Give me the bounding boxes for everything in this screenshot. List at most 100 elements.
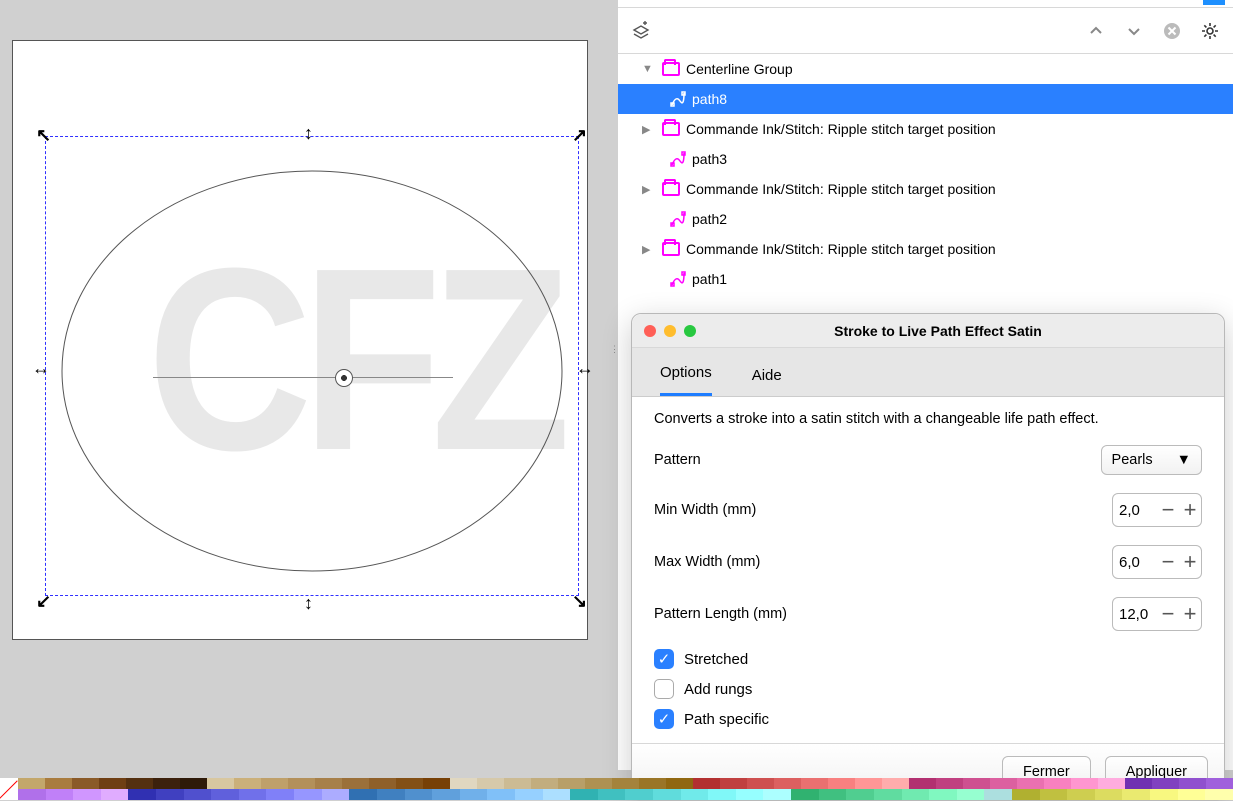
color-swatch[interactable] bbox=[819, 789, 847, 800]
color-swatch[interactable] bbox=[531, 778, 558, 789]
color-swatch[interactable] bbox=[99, 778, 126, 789]
color-swatch[interactable] bbox=[639, 778, 666, 789]
color-swatch[interactable] bbox=[774, 778, 801, 789]
traffic-minimize-icon[interactable] bbox=[664, 325, 676, 337]
color-swatch[interactable] bbox=[322, 789, 350, 800]
resize-handle-nw[interactable]: ↖ bbox=[36, 125, 52, 141]
decrement-button[interactable]: − bbox=[1157, 549, 1179, 575]
color-swatch[interactable] bbox=[450, 778, 477, 789]
color-swatch[interactable] bbox=[763, 789, 791, 800]
color-swatch[interactable] bbox=[1071, 778, 1098, 789]
color-swatch[interactable] bbox=[1150, 789, 1178, 800]
add-layer-button[interactable] bbox=[628, 18, 654, 44]
color-swatch[interactable] bbox=[460, 789, 488, 800]
resize-handle-n[interactable]: ↕ bbox=[304, 123, 320, 139]
tree-row-centerline-group[interactable]: ▼ Centerline Group bbox=[618, 54, 1233, 84]
color-swatch[interactable] bbox=[653, 789, 681, 800]
color-swatch[interactable] bbox=[180, 778, 207, 789]
pattern-length-input[interactable] bbox=[1113, 606, 1157, 623]
color-swatch[interactable] bbox=[1098, 778, 1125, 789]
color-swatch[interactable] bbox=[487, 789, 515, 800]
color-swatch[interactable] bbox=[612, 778, 639, 789]
color-swatch[interactable] bbox=[828, 778, 855, 789]
delete-layer-button[interactable] bbox=[1159, 18, 1185, 44]
color-swatch[interactable] bbox=[625, 789, 653, 800]
color-swatch[interactable] bbox=[266, 789, 294, 800]
color-swatch[interactable] bbox=[874, 789, 902, 800]
expander-icon[interactable]: ▼ bbox=[642, 63, 656, 75]
expander-icon[interactable]: ▶ bbox=[642, 243, 656, 256]
color-swatch[interactable] bbox=[261, 778, 288, 789]
move-up-button[interactable] bbox=[1083, 18, 1109, 44]
color-swatch[interactable] bbox=[315, 778, 342, 789]
color-swatch[interactable] bbox=[126, 778, 153, 789]
color-swatch[interactable] bbox=[72, 778, 99, 789]
pattern-length-spinbox[interactable]: − + bbox=[1112, 597, 1202, 631]
expander-icon[interactable]: ▶ bbox=[642, 123, 656, 136]
max-width-input[interactable] bbox=[1113, 554, 1157, 571]
color-swatch[interactable] bbox=[405, 789, 433, 800]
color-swatch[interactable] bbox=[543, 789, 571, 800]
traffic-zoom-icon[interactable] bbox=[684, 325, 696, 337]
decrement-button[interactable]: − bbox=[1157, 497, 1179, 523]
color-palette[interactable] bbox=[0, 778, 1233, 800]
panel-active-tab-indicator[interactable] bbox=[1203, 0, 1225, 5]
color-swatch[interactable] bbox=[432, 789, 460, 800]
color-swatch[interactable] bbox=[736, 789, 764, 800]
color-swatch[interactable] bbox=[1017, 778, 1044, 789]
color-swatch[interactable] bbox=[693, 778, 720, 789]
color-swatch[interactable] bbox=[18, 789, 46, 800]
color-swatch[interactable] bbox=[73, 789, 101, 800]
color-swatch[interactable] bbox=[1012, 789, 1040, 800]
tree-row-path8[interactable]: path8 bbox=[618, 84, 1233, 114]
color-swatch[interactable] bbox=[957, 789, 985, 800]
pattern-dropdown[interactable]: Pearls ▼ bbox=[1101, 445, 1202, 475]
color-swatch[interactable] bbox=[342, 778, 369, 789]
color-swatch[interactable] bbox=[211, 789, 239, 800]
color-swatch[interactable] bbox=[46, 789, 74, 800]
color-swatch[interactable] bbox=[477, 778, 504, 789]
color-swatch[interactable] bbox=[156, 789, 184, 800]
color-swatch[interactable] bbox=[234, 778, 261, 789]
color-swatch[interactable] bbox=[1125, 778, 1152, 789]
resize-handle-w[interactable]: ↔ bbox=[32, 358, 48, 374]
increment-button[interactable]: + bbox=[1179, 601, 1201, 627]
stretched-checkbox[interactable]: ✓ bbox=[654, 649, 674, 669]
max-width-spinbox[interactable]: − + bbox=[1112, 545, 1202, 579]
color-swatch[interactable] bbox=[936, 778, 963, 789]
color-swatch[interactable] bbox=[294, 789, 322, 800]
color-swatch[interactable] bbox=[570, 789, 598, 800]
dialog-titlebar[interactable]: Stroke to Live Path Effect Satin bbox=[632, 314, 1224, 348]
color-swatch[interactable] bbox=[1206, 778, 1233, 789]
color-swatch[interactable] bbox=[666, 778, 693, 789]
color-swatch[interactable] bbox=[1122, 789, 1150, 800]
no-color-swatch[interactable] bbox=[0, 778, 18, 800]
color-swatch[interactable] bbox=[585, 778, 612, 789]
canvas-area[interactable]: CFZ ↖ ↕ ↗ ↔ ↔ ↙ ↕ ↘ bbox=[0, 0, 613, 770]
color-swatch[interactable] bbox=[1178, 789, 1206, 800]
color-swatch[interactable] bbox=[18, 778, 45, 789]
settings-button[interactable] bbox=[1197, 18, 1223, 44]
expander-icon[interactable]: ▶ bbox=[642, 183, 656, 196]
color-swatch[interactable] bbox=[902, 789, 930, 800]
canvas[interactable]: CFZ ↖ ↕ ↗ ↔ ↔ ↙ ↕ ↘ bbox=[12, 40, 588, 640]
resize-handle-e[interactable]: ↔ bbox=[576, 358, 592, 374]
color-swatch[interactable] bbox=[45, 778, 72, 789]
color-swatch[interactable] bbox=[909, 778, 936, 789]
color-swatch[interactable] bbox=[288, 778, 315, 789]
tab-help[interactable]: Aide bbox=[752, 367, 782, 396]
resize-handle-se[interactable]: ↘ bbox=[572, 591, 588, 607]
add-rungs-checkbox[interactable] bbox=[654, 679, 674, 699]
color-swatch[interactable] bbox=[207, 778, 234, 789]
path-specific-checkbox[interactable]: ✓ bbox=[654, 709, 674, 729]
resize-handle-sw[interactable]: ↙ bbox=[36, 591, 52, 607]
color-swatch[interactable] bbox=[929, 789, 957, 800]
layer-tree[interactable]: ▼ Centerline Group path8 ▶ Commande Ink/… bbox=[618, 54, 1233, 294]
color-swatch[interactable] bbox=[855, 778, 882, 789]
color-swatch[interactable] bbox=[1095, 789, 1123, 800]
color-swatch[interactable] bbox=[882, 778, 909, 789]
color-swatch[interactable] bbox=[681, 789, 709, 800]
color-swatch[interactable] bbox=[1044, 778, 1071, 789]
color-swatch[interactable] bbox=[504, 778, 531, 789]
color-swatch[interactable] bbox=[396, 778, 423, 789]
